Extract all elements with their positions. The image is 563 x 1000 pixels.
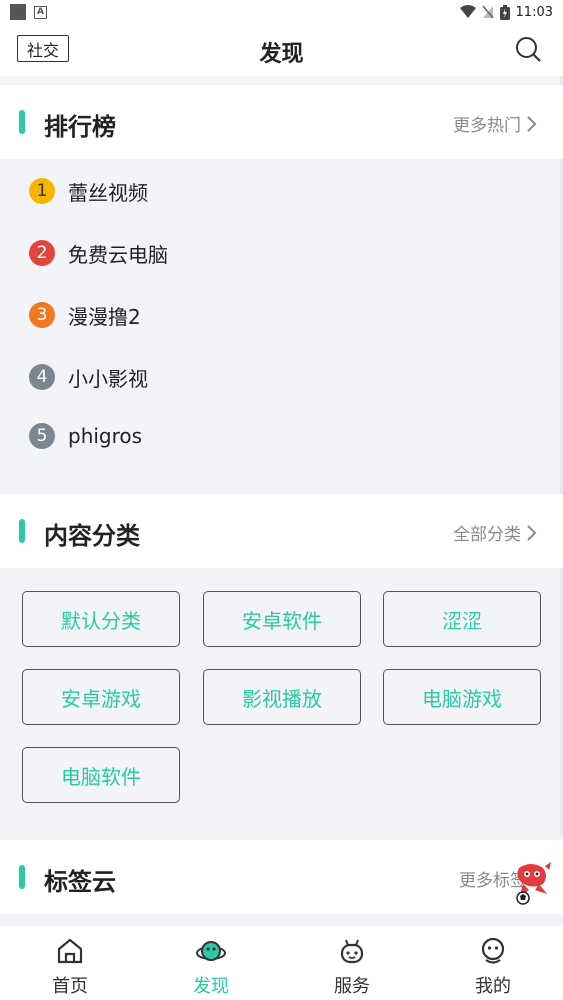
no-signal-icon bbox=[481, 5, 494, 19]
tab-profile-label: 我的 bbox=[475, 976, 511, 997]
rank-badge: 1 bbox=[29, 178, 55, 204]
ranking-item-name: 蕾丝视频 bbox=[68, 180, 148, 205]
tags-title: 标签云 bbox=[44, 868, 116, 896]
ranking-item-name: 免费云电脑 bbox=[68, 242, 168, 267]
home-icon bbox=[57, 938, 83, 964]
floating-mascot-icon[interactable] bbox=[509, 860, 555, 906]
all-categories-link[interactable]: 全部分类 bbox=[453, 520, 537, 545]
section-accent-bar bbox=[19, 865, 25, 889]
rank-badge: 4 bbox=[29, 364, 55, 390]
page-title: 发现 bbox=[259, 42, 304, 67]
category-button[interactable]: 影视播放 bbox=[203, 669, 361, 725]
category-title: 内容分类 bbox=[44, 522, 140, 550]
profile-face-icon bbox=[481, 937, 505, 964]
ranking-title: 排行榜 bbox=[44, 113, 116, 141]
service-robot-icon bbox=[340, 939, 364, 964]
chevron-right-icon bbox=[527, 115, 537, 132]
bottom-tab-bar: 首页 发现 服务 我的 bbox=[0, 926, 563, 1000]
more-hot-link[interactable]: 更多热门 bbox=[453, 111, 537, 136]
tags-section-header: 标签云 更多标签 bbox=[0, 840, 563, 914]
search-icon[interactable] bbox=[515, 36, 541, 62]
section-accent-bar bbox=[19, 110, 25, 134]
category-button[interactable]: 涩涩 bbox=[383, 591, 541, 647]
tab-discover-label: 发现 bbox=[193, 976, 229, 997]
category-button[interactable]: 电脑游戏 bbox=[383, 669, 541, 725]
tab-home[interactable]: 首页 bbox=[0, 926, 140, 1000]
battery-icon bbox=[499, 4, 510, 20]
more-hot-label: 更多热门 bbox=[453, 116, 521, 136]
ranking-item-name: 漫漫撸2 bbox=[68, 304, 141, 329]
rank-badge: 2 bbox=[29, 240, 55, 266]
section-accent-bar bbox=[19, 519, 25, 543]
ranking-item[interactable]: 5 phigros bbox=[29, 421, 142, 451]
discover-planet-icon bbox=[196, 941, 226, 961]
chevron-right-icon bbox=[527, 524, 537, 541]
category-section-header: 内容分类 全部分类 bbox=[0, 494, 563, 568]
tab-profile[interactable]: 我的 bbox=[423, 926, 563, 1000]
rank-badge: 5 bbox=[29, 423, 55, 449]
ranking-item-name: 小小影视 bbox=[68, 366, 148, 391]
tab-service[interactable]: 服务 bbox=[282, 926, 422, 1000]
notification-a-icon: A bbox=[34, 5, 47, 19]
tab-discover[interactable]: 发现 bbox=[141, 926, 281, 1000]
category-button[interactable]: 默认分类 bbox=[22, 591, 180, 647]
tab-home-label: 首页 bbox=[52, 976, 88, 997]
wifi-icon bbox=[459, 5, 476, 18]
notification-square-icon bbox=[10, 4, 26, 20]
status-bar: A 11:03 bbox=[0, 0, 563, 24]
status-right: 11:03 bbox=[459, 4, 553, 20]
ranking-item[interactable]: 1 蕾丝视频 bbox=[29, 176, 148, 206]
ranking-section-header: 排行榜 更多热门 bbox=[0, 85, 563, 159]
category-button[interactable]: 安卓软件 bbox=[203, 591, 361, 647]
category-button[interactable]: 电脑软件 bbox=[22, 747, 180, 803]
ranking-item[interactable]: 4 小小影视 bbox=[29, 362, 148, 392]
ranking-item-name: phigros bbox=[68, 424, 143, 448]
clock: 11:03 bbox=[515, 4, 553, 20]
top-app-bar: 社交 发现 bbox=[0, 24, 563, 76]
rank-badge: 3 bbox=[29, 302, 55, 328]
ranking-item[interactable]: 2 免费云电脑 bbox=[29, 238, 168, 268]
discover-page: A 11:03 社交 发现 排行榜 更多热门 1 蕾丝视频 2 免费云电脑 3 … bbox=[0, 0, 563, 1000]
ranking-item[interactable]: 3 漫漫撸2 bbox=[29, 300, 141, 330]
tab-service-label: 服务 bbox=[334, 976, 370, 997]
all-categories-label: 全部分类 bbox=[453, 525, 521, 545]
category-button[interactable]: 安卓游戏 bbox=[22, 669, 180, 725]
